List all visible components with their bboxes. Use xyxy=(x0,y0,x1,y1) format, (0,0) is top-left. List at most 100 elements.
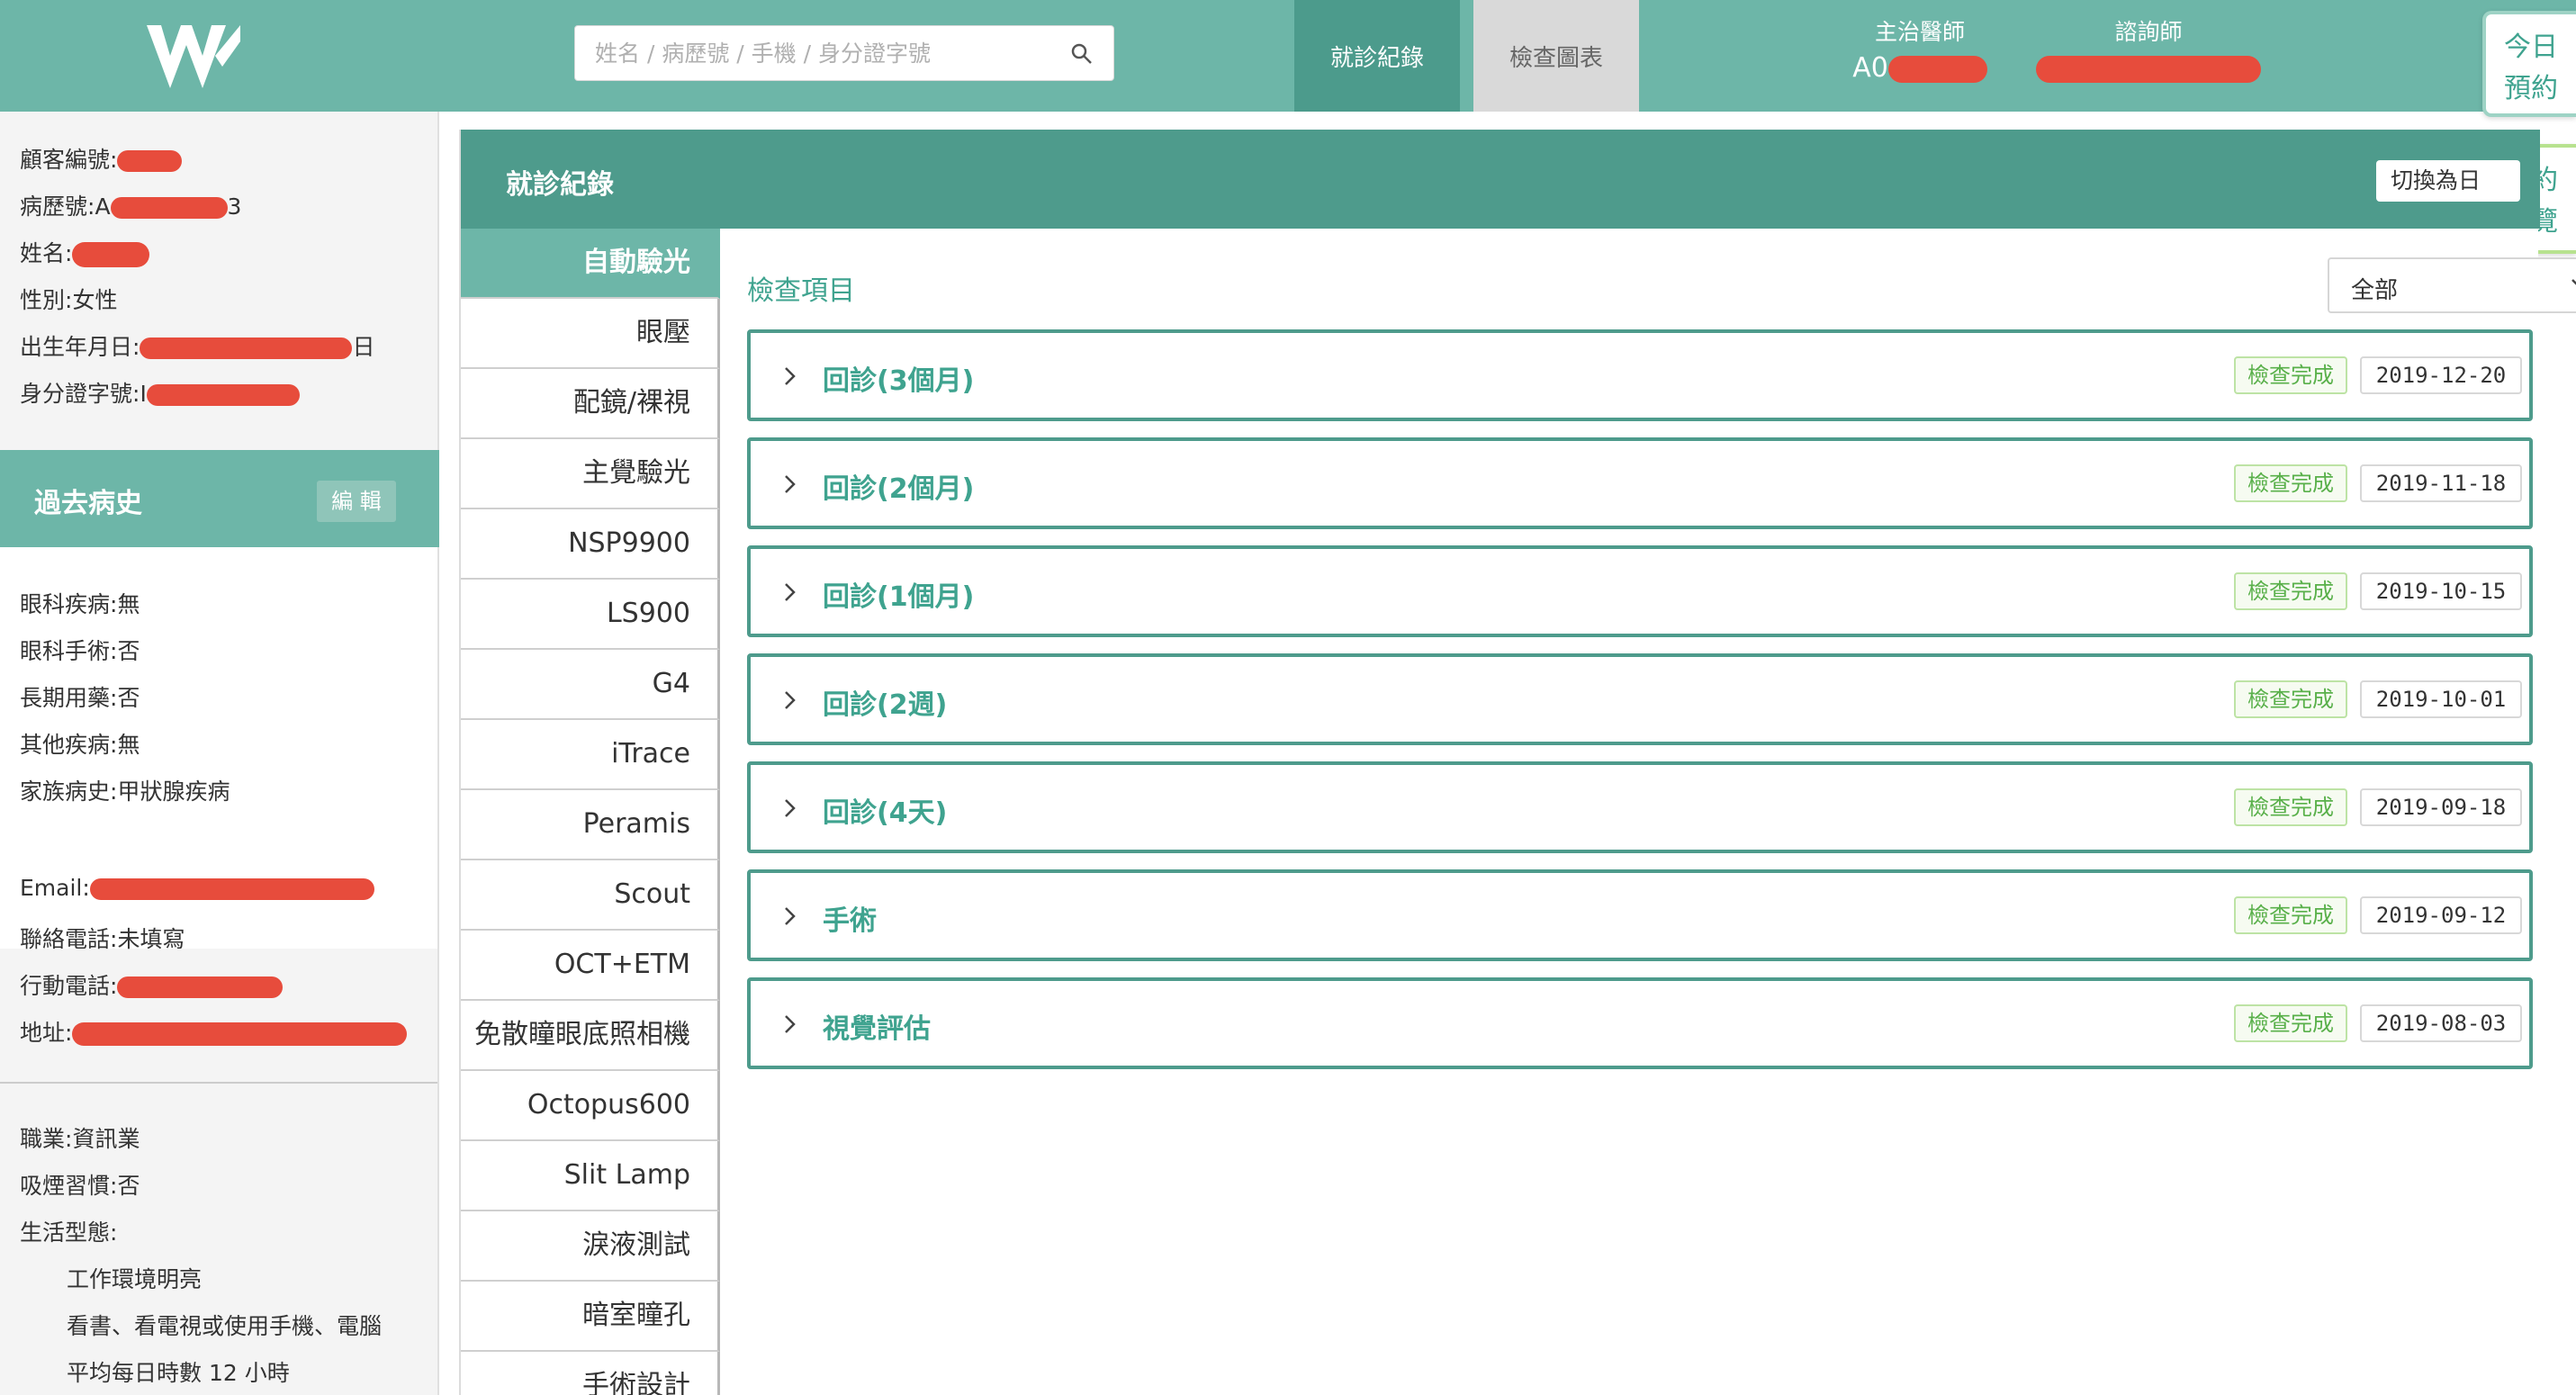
history-value: 甲狀腺疾病 xyxy=(117,778,230,805)
exam-item-slit-lamp[interactable]: Slit Lamp xyxy=(461,1141,720,1211)
history-label: 長期用藥: xyxy=(20,685,118,711)
exam-items-title: 檢查項目 xyxy=(747,275,855,307)
history-family: 家族病史:甲狀腺疾病 xyxy=(20,774,230,806)
info-birthdate: 出生年月日: 日 xyxy=(20,331,437,378)
today-appointments-button[interactable]: 今日 預約 xyxy=(2482,11,2576,117)
contact-label: 地址: xyxy=(20,1020,73,1046)
exam-item-g4[interactable]: G4 xyxy=(461,650,720,720)
history-eye-surgery: 眼科手術:否 xyxy=(20,634,140,666)
contact-value: 未填寫 xyxy=(117,926,185,952)
exam-item-glasses[interactable]: 配鏡/裸視 xyxy=(461,369,720,439)
chevron-right-icon xyxy=(785,691,796,709)
exam-type-list: 自動驗光 眼壓 配鏡/裸視 主覺驗光 NSP9900 LS900 G4 iTra… xyxy=(461,229,720,1395)
exam-item-surgery-design[interactable]: 手術設計 xyxy=(461,1352,720,1395)
logo-icon[interactable] xyxy=(140,20,248,92)
attending-doctor: 主治醫師 A0 xyxy=(1843,14,1996,84)
visit-row[interactable]: 視覺評估 檢查完成 2019-08-03 xyxy=(747,977,2533,1069)
edit-history-button[interactable]: 編 輯 xyxy=(317,481,396,522)
exam-item-oct-etm[interactable]: OCT+ETM xyxy=(461,931,720,1001)
exam-item-ls900[interactable]: LS900 xyxy=(461,580,720,650)
search-input[interactable] xyxy=(595,35,1045,71)
info-label: 身分證字號: xyxy=(20,381,140,407)
chevron-down-icon xyxy=(2571,279,2576,285)
history-label: 眼科手術: xyxy=(20,638,118,664)
history-eye-disease: 眼科疾病:無 xyxy=(20,587,140,619)
visit-label: 手術 xyxy=(823,905,877,937)
exam-item-fundus-camera[interactable]: 免散瞳眼底照相機 xyxy=(461,1001,720,1071)
lifestyle-detail: 看書、看電視或使用手機、電腦 xyxy=(67,1313,383,1339)
today-line1: 今日 xyxy=(2504,32,2558,63)
top-bar: 就診紀錄 檢查圖表 主治醫師 A0 諮詢師 xyxy=(0,0,2576,112)
search-icon[interactable] xyxy=(1070,42,1094,66)
info-label: 出生年月日: xyxy=(20,334,140,360)
visit-label: 回診(2個月) xyxy=(823,473,975,505)
redaction-mark xyxy=(117,976,284,998)
consultant: 諮詢師 xyxy=(2036,14,2261,84)
today-line2: 預約 xyxy=(2504,73,2558,104)
contact-label: Email: xyxy=(20,875,90,901)
exam-filter-select[interactable]: 全部 xyxy=(2328,257,2576,313)
visit-label: 回診(2週) xyxy=(823,689,948,721)
exam-item-iop[interactable]: 眼壓 xyxy=(461,299,720,369)
exam-item-octopus600[interactable]: Octopus600 xyxy=(461,1071,720,1141)
info-label: 顧客編號: xyxy=(20,147,118,173)
info-gender: 性別:女性 xyxy=(20,284,437,331)
info-label: 姓名: xyxy=(20,240,73,266)
history-label: 眼科疾病: xyxy=(20,591,118,617)
exam-item-peramis[interactable]: Peramis xyxy=(461,790,720,860)
visit-row[interactable]: 回診(2週) 檢查完成 2019-10-01 xyxy=(747,653,2533,745)
lifestyle-label: 生活型態: xyxy=(20,1220,118,1246)
redaction-mark xyxy=(146,384,300,406)
info-value: I xyxy=(140,381,147,407)
status-badge: 檢查完成 xyxy=(2234,896,2347,934)
redaction-mark xyxy=(2036,55,2261,83)
chevron-right-icon xyxy=(785,367,796,385)
contact-phone: 聯絡電話:未填寫 xyxy=(20,922,185,954)
patient-sidebar: 顧客編號: 病歷號:A 3 姓名: 性別:女性 出生年月日: 日 身分證字號:I 過… xyxy=(0,112,439,1395)
redaction-mark xyxy=(89,878,374,900)
visit-row[interactable]: 手術 檢查完成 2019-09-12 xyxy=(747,869,2533,961)
filter-value: 全部 xyxy=(2351,277,2399,304)
visit-date: 2019-09-18 xyxy=(2360,788,2522,826)
search-box xyxy=(574,25,1114,81)
redaction-mark xyxy=(110,197,228,219)
chevron-right-icon xyxy=(785,1015,796,1033)
exam-item-subjective[interactable]: 主覺驗光 xyxy=(461,439,720,509)
info-label: 病歷號: xyxy=(20,194,95,220)
chevron-right-icon xyxy=(785,583,796,601)
visit-row[interactable]: 回診(1個月) 檢查完成 2019-10-15 xyxy=(747,545,2533,637)
visit-row[interactable]: 回診(2個月) 檢查完成 2019-11-18 xyxy=(747,437,2533,529)
doctor-role-label: 主治醫師 xyxy=(1874,19,1965,45)
visit-date: 2019-10-01 xyxy=(2360,680,2522,718)
exam-item-tear-test[interactable]: 淚液測試 xyxy=(461,1211,720,1282)
history-other-disease: 其他疾病:無 xyxy=(20,727,140,760)
consultant-value xyxy=(2036,52,2261,84)
redaction-mark xyxy=(117,150,183,172)
exam-item-scout[interactable]: Scout xyxy=(461,860,720,931)
status-badge: 檢查完成 xyxy=(2234,464,2347,502)
exam-item-nsp9900[interactable]: NSP9900 xyxy=(461,509,720,580)
status-badge: 檢查完成 xyxy=(2234,788,2347,826)
exam-item-dark-pupil[interactable]: 暗室瞳孔 xyxy=(461,1282,720,1352)
visit-date: 2019-09-12 xyxy=(2360,896,2522,934)
exam-item-itrace[interactable]: iTrace xyxy=(461,720,720,790)
panel-title: 就診紀錄 xyxy=(506,169,614,201)
history-value: 否 xyxy=(117,638,140,664)
contact-address: 地址: xyxy=(20,1015,408,1048)
lifestyle-occupation: 職業:資訊業 xyxy=(20,1121,140,1154)
history-value: 否 xyxy=(117,685,140,711)
consultant-role-label: 諮詢師 xyxy=(2114,19,2183,45)
info-value-tail: 3 xyxy=(227,194,242,220)
switch-view-button[interactable]: 切換為日 xyxy=(2376,160,2520,202)
redaction-mark xyxy=(72,242,150,267)
exam-item-auto-refraction[interactable]: 自動驗光 xyxy=(461,229,720,299)
chevron-right-icon xyxy=(785,799,796,817)
status-badge: 檢查完成 xyxy=(2234,572,2347,610)
lifestyle-label: 職業: xyxy=(20,1126,73,1152)
tab-exam-charts[interactable]: 檢查圖表 xyxy=(1473,0,1639,112)
tab-visit-records[interactable]: 就診紀錄 xyxy=(1294,0,1460,112)
visit-row[interactable]: 回診(3個月) 檢查完成 2019-12-20 xyxy=(747,329,2533,421)
visit-row[interactable]: 回診(4天) 檢查完成 2019-09-18 xyxy=(747,761,2533,853)
chevron-right-icon xyxy=(785,907,796,925)
visit-date: 2019-08-03 xyxy=(2360,1004,2522,1042)
